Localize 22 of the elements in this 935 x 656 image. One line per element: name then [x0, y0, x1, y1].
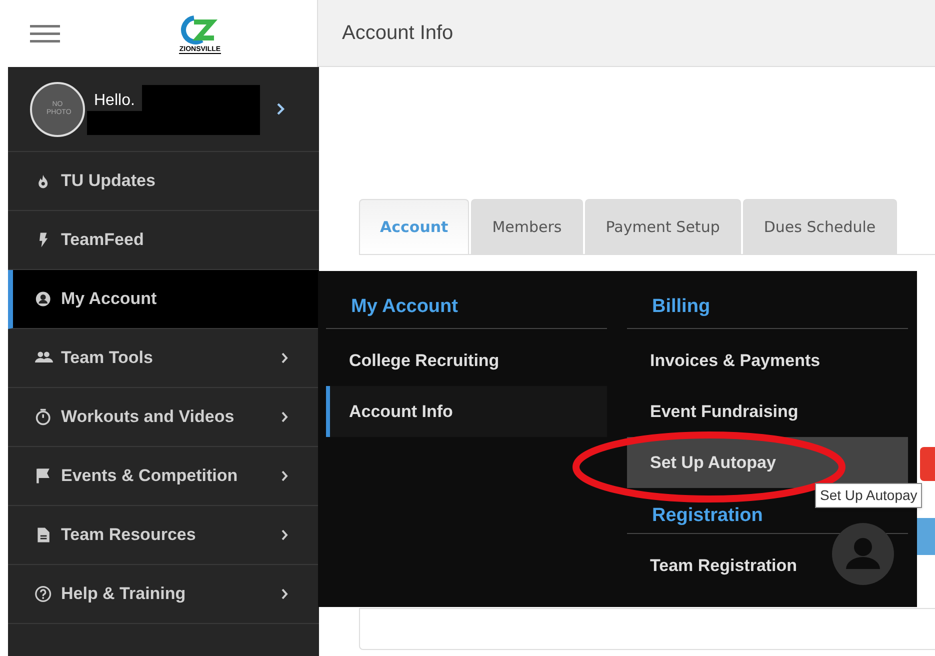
sidebar-item[interactable]: TU Updates — [8, 152, 319, 211]
greeting-text: Hello. — [94, 91, 135, 111]
page-title: Account Info — [342, 21, 454, 46]
menu-item[interactable]: Event Fundraising — [627, 386, 908, 437]
menu-item[interactable]: Invoices & Payments — [627, 335, 908, 386]
chevron-right-icon[interactable] — [276, 102, 286, 116]
menu-icon[interactable] — [30, 24, 60, 44]
content-banner — [917, 518, 935, 555]
tab[interactable]: Payment Setup — [584, 199, 741, 254]
menu-heading: Billing — [651, 295, 712, 319]
help-icon — [35, 585, 53, 603]
tab[interactable]: Dues Schedule — [742, 199, 897, 254]
menu-item[interactable]: Team Registration — [627, 540, 908, 591]
tab[interactable]: Members — [471, 199, 583, 254]
menu-item[interactable]: College Recruiting — [326, 335, 607, 386]
menu-heading: Registration — [651, 504, 764, 528]
menu-item[interactable]: Account Info — [326, 386, 607, 437]
sidebar-item[interactable]: My Account — [8, 270, 319, 329]
menu-heading: My Account — [350, 295, 459, 319]
tooltip: Set Up Autopay — [815, 483, 922, 508]
user-circle-icon — [35, 290, 53, 308]
stopwatch-icon — [35, 408, 53, 426]
